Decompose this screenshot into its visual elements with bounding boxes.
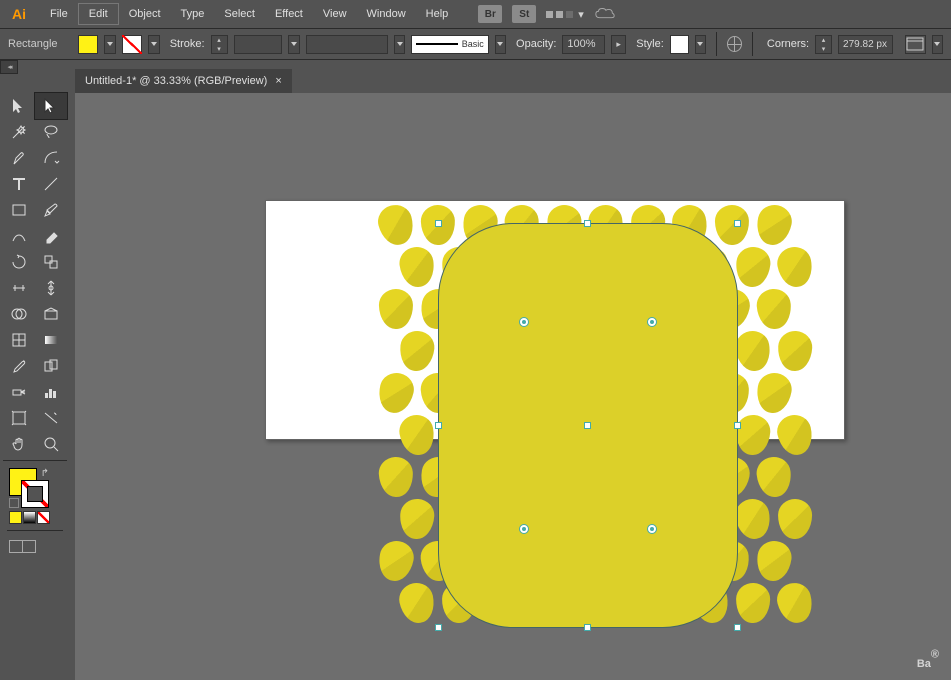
fill-dropdown[interactable] xyxy=(104,35,115,54)
align-to-icon[interactable] xyxy=(905,35,926,54)
selection-handle[interactable] xyxy=(435,220,442,227)
app-logo-ai: Ai xyxy=(8,3,30,25)
menu-help[interactable]: Help xyxy=(416,4,459,24)
selection-handle[interactable] xyxy=(734,220,741,227)
stroke-color-box[interactable] xyxy=(21,480,49,508)
tool-paintbrush[interactable] xyxy=(35,197,67,223)
tool-shaper[interactable] xyxy=(3,223,35,249)
gradient-mode-icon[interactable] xyxy=(23,511,36,524)
tool-type[interactable] xyxy=(3,171,35,197)
selection-handle[interactable] xyxy=(584,220,591,227)
tool-width[interactable] xyxy=(3,275,35,301)
default-colors-icon[interactable] xyxy=(9,498,19,508)
color-mode-icon[interactable] xyxy=(9,511,22,524)
tool-zoom[interactable] xyxy=(35,431,67,457)
canvas[interactable]: Ba® xyxy=(75,93,951,680)
menu-select[interactable]: Select xyxy=(214,4,265,24)
swap-fill-stroke-icon[interactable]: ↱ xyxy=(41,468,49,479)
tool-magic-wand[interactable] xyxy=(3,119,35,145)
selection-type-label: Rectangle xyxy=(8,38,72,50)
stroke-dropdown[interactable] xyxy=(148,35,159,54)
live-corner-widget[interactable] xyxy=(519,317,529,327)
menu-file[interactable]: File xyxy=(40,4,78,24)
corners-spinner[interactable] xyxy=(815,35,832,54)
tool-direct-selection[interactable] xyxy=(35,93,67,119)
style-label: Style: xyxy=(636,38,664,50)
document-title: Untitled-1* @ 33.33% (RGB/Preview) xyxy=(85,75,267,87)
tool-gradient[interactable] xyxy=(35,327,67,353)
bridge-badge[interactable]: Br xyxy=(478,5,502,23)
tool-slice[interactable] xyxy=(35,405,67,431)
fill-stroke-proxy[interactable]: ↱ xyxy=(9,468,49,508)
graphic-style-swatch[interactable] xyxy=(670,35,689,54)
profile-dropdown[interactable] xyxy=(394,35,405,54)
tool-rectangle[interactable] xyxy=(3,197,35,223)
selection-handle[interactable] xyxy=(584,422,591,429)
document-tab[interactable]: Untitled-1* @ 33.33% (RGB/Preview) × xyxy=(75,69,292,93)
tool-selection[interactable] xyxy=(3,93,35,119)
opacity-input[interactable]: 100% xyxy=(562,35,605,54)
tool-blend[interactable] xyxy=(35,353,67,379)
live-corner-widget[interactable] xyxy=(519,524,529,534)
tools-panel: ↱ xyxy=(3,93,67,557)
style-dropdown[interactable] xyxy=(695,35,706,54)
tool-line[interactable] xyxy=(35,171,67,197)
divider xyxy=(716,32,717,56)
tool-eraser[interactable] xyxy=(35,223,67,249)
tool-eyedropper[interactable] xyxy=(3,353,35,379)
brush-dropdown[interactable] xyxy=(495,35,506,54)
close-tab-icon[interactable]: × xyxy=(275,75,281,87)
none-mode-icon[interactable] xyxy=(37,511,50,524)
brush-definition[interactable]: Basic xyxy=(411,35,488,54)
gpu-preview-icon[interactable] xyxy=(594,6,616,22)
watermark-text: Ba® xyxy=(917,643,939,674)
selection-handle[interactable] xyxy=(435,422,442,429)
tool-column-graph[interactable] xyxy=(35,379,67,405)
tool-curvature[interactable] xyxy=(35,145,67,171)
selection-handle[interactable] xyxy=(584,624,591,631)
stock-badge[interactable]: St xyxy=(512,5,536,23)
menu-view[interactable]: View xyxy=(313,4,357,24)
stroke-weight-spinner[interactable] xyxy=(211,35,228,54)
tool-free-transform[interactable] xyxy=(35,275,67,301)
divider xyxy=(752,32,753,56)
corners-input[interactable]: 279.82 px xyxy=(838,35,893,54)
arrange-documents-icon[interactable]: ▾ xyxy=(546,8,584,21)
live-corner-widget[interactable] xyxy=(647,524,657,534)
panel-collapse-toggle[interactable] xyxy=(0,60,18,74)
selection-handle[interactable] xyxy=(734,422,741,429)
tool-perspective[interactable] xyxy=(35,301,67,327)
selection-handle[interactable] xyxy=(734,624,741,631)
variable-width-profile[interactable] xyxy=(306,35,388,54)
tool-symbol-sprayer[interactable] xyxy=(3,379,35,405)
stroke-weight-input[interactable] xyxy=(234,35,283,54)
stroke-weight-dropdown[interactable] xyxy=(288,35,299,54)
tool-lasso[interactable] xyxy=(35,119,67,145)
recolor-artwork-icon[interactable] xyxy=(727,36,742,52)
stroke-label: Stroke: xyxy=(170,38,205,50)
tool-pen[interactable] xyxy=(3,145,35,171)
opacity-flyout[interactable] xyxy=(611,35,626,54)
fill-swatch[interactable] xyxy=(78,35,99,54)
tool-rotate[interactable] xyxy=(3,249,35,275)
menu-type[interactable]: Type xyxy=(171,4,215,24)
menu-edit[interactable]: Edit xyxy=(78,3,119,25)
tool-hand[interactable] xyxy=(3,431,35,457)
selection-handle[interactable] xyxy=(435,624,442,631)
menu-window[interactable]: Window xyxy=(357,4,416,24)
align-dropdown[interactable] xyxy=(932,35,943,54)
tool-scale[interactable] xyxy=(35,249,67,275)
screen-mode-icon[interactable] xyxy=(9,540,36,553)
opacity-label: Opacity: xyxy=(516,38,556,50)
live-corner-widget[interactable] xyxy=(647,317,657,327)
tool-artboard[interactable] xyxy=(3,405,35,431)
stroke-swatch[interactable] xyxy=(122,35,143,54)
menu-effect[interactable]: Effect xyxy=(265,4,313,24)
tool-shape-builder[interactable] xyxy=(3,301,35,327)
corners-label: Corners: xyxy=(767,38,809,50)
menu-object[interactable]: Object xyxy=(119,4,171,24)
tool-mesh[interactable] xyxy=(3,327,35,353)
